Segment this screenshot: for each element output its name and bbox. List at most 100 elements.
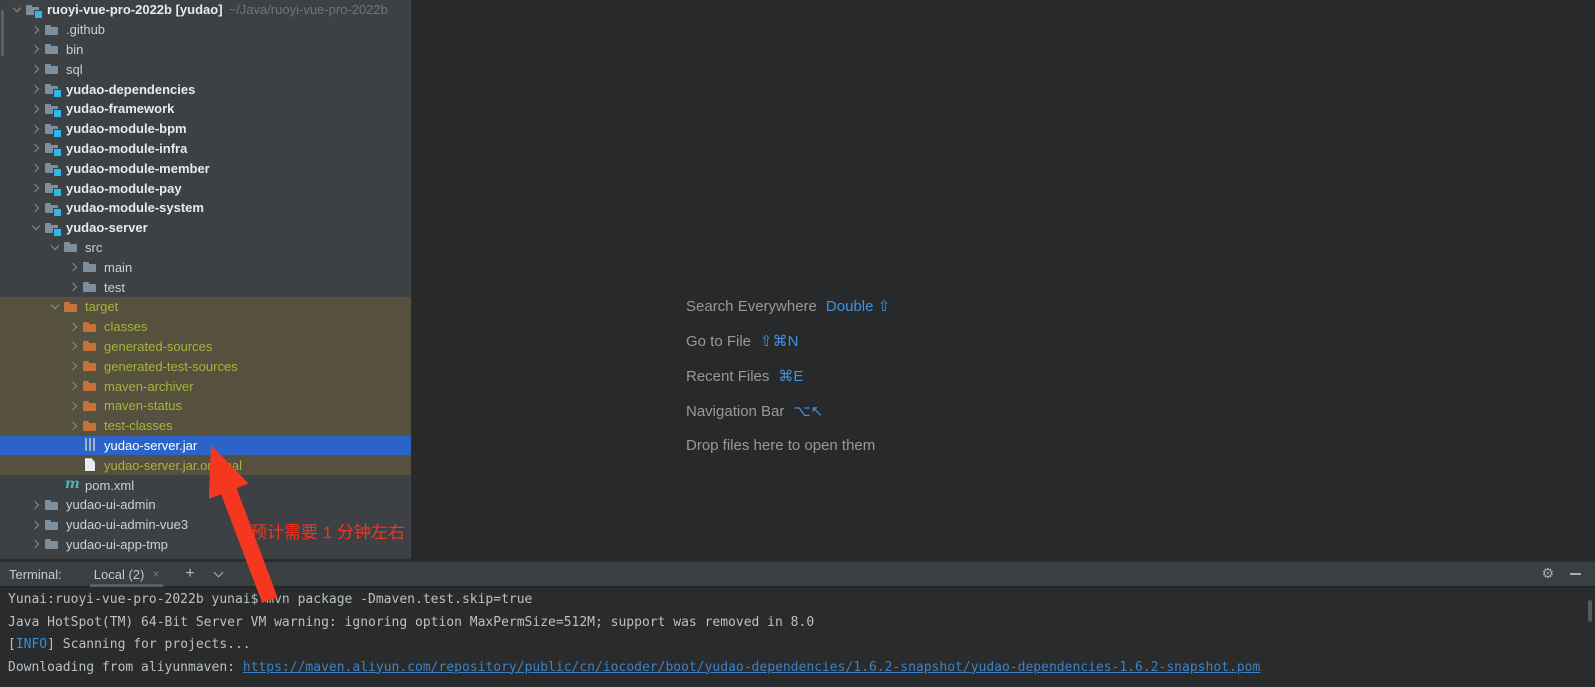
- chevron-down-icon[interactable]: [31, 222, 39, 230]
- chevron-right-icon[interactable]: [68, 382, 76, 390]
- terminal-tab-label: Local (2): [94, 567, 145, 582]
- chevron-slot: [27, 522, 44, 528]
- module-badge: [54, 90, 61, 97]
- new-terminal-tab-button[interactable]: +: [185, 565, 194, 583]
- tree-item-pom-xml[interactable]: pom.xml: [0, 475, 411, 495]
- chevron-right-icon[interactable]: [68, 362, 76, 370]
- ide-window: ruoyi-vue-pro-2022b [yudao]~/Java/ruoyi-…: [0, 0, 1595, 687]
- chevron-down-icon[interactable]: [12, 4, 20, 12]
- tree-item-yudao-server-jar-original[interactable]: yudao-server.jar.original: [0, 455, 411, 475]
- annotation-text: 预计需要 1 分钟左右: [250, 518, 405, 543]
- chevron-slot: [27, 185, 44, 191]
- tree-item-label: .github: [66, 22, 105, 37]
- terminal-link[interactable]: https://maven.aliyun.com/repository/publ…: [243, 660, 1260, 675]
- chevron-right-icon[interactable]: [68, 322, 76, 330]
- module-folder-icon: [44, 81, 60, 97]
- chevron-right-icon[interactable]: [30, 105, 38, 113]
- module-badge: [54, 110, 61, 117]
- hint-recent-files[interactable]: Recent Files⌘E: [686, 367, 890, 390]
- tree-item-yudao-server-jar[interactable]: yudao-server.jar: [0, 436, 411, 456]
- module-folder-icon: [44, 200, 60, 216]
- tree-item-generated-sources[interactable]: generated-sources: [0, 337, 411, 357]
- tree-item-maven-status[interactable]: maven-status: [0, 396, 411, 416]
- tree-item-test-classes[interactable]: test-classes: [0, 416, 411, 436]
- project-tree: ruoyi-vue-pro-2022b [yudao]~/Java/ruoyi-…: [0, 0, 411, 560]
- tab-close-icon[interactable]: ×: [152, 567, 159, 581]
- chevron-right-icon[interactable]: [30, 144, 38, 152]
- chevron-right-icon[interactable]: [30, 520, 38, 528]
- module-badge: [54, 169, 61, 176]
- chevron-right-icon[interactable]: [30, 164, 38, 172]
- folder-icon: [82, 259, 98, 275]
- tree-item-test[interactable]: test: [0, 277, 411, 297]
- tree-item-sql[interactable]: sql: [0, 59, 411, 79]
- tree-item-target[interactable]: target: [0, 297, 411, 317]
- tree-item-maven-archiver[interactable]: maven-archiver: [0, 376, 411, 396]
- hint-navigation-bar[interactable]: Navigation Bar⌥↖: [686, 402, 890, 425]
- chevron-right-icon[interactable]: [30, 540, 38, 548]
- tree-item-yudao-framework[interactable]: yudao-framework: [0, 99, 411, 119]
- tree-item-label: generated-sources: [104, 339, 212, 354]
- chevron-right-icon[interactable]: [30, 25, 38, 33]
- tree-item-yudao-ui-admin[interactable]: yudao-ui-admin: [0, 495, 411, 515]
- tree-item-yudao-module-bpm[interactable]: yudao-module-bpm: [0, 119, 411, 139]
- terminal-output[interactable]: Yunai:ruoyi-vue-pro-2022b yunai$ mvn pac…: [0, 588, 1595, 687]
- chevron-down-icon[interactable]: [50, 301, 58, 309]
- tree-item-generated-test-sources[interactable]: generated-test-sources: [0, 356, 411, 376]
- tree-item-yudao-module-member[interactable]: yudao-module-member: [0, 158, 411, 178]
- editor-empty-hints: Search EverywhereDouble ⇧ Go to File⇧⌘N Re…: [686, 297, 890, 472]
- chevron-right-icon[interactable]: [30, 85, 38, 93]
- hint-search-everywhere[interactable]: Search EverywhereDouble ⇧: [686, 297, 890, 320]
- chevron-right-icon[interactable]: [30, 184, 38, 192]
- chevron-right-icon[interactable]: [68, 402, 76, 410]
- module-folder-icon: [44, 121, 60, 137]
- tree-item-github[interactable]: .github: [0, 20, 411, 40]
- tree-item-label: target: [85, 299, 118, 314]
- chevron-slot: [65, 343, 82, 349]
- tree-item-yudao-module-infra[interactable]: yudao-module-infra: [0, 139, 411, 159]
- terminal-line: Downloading from aliyunmaven: https://ma…: [8, 657, 1595, 680]
- chevron-right-icon[interactable]: [30, 45, 38, 53]
- tree-item-path: ~/Java/ruoyi-vue-pro-2022b: [229, 2, 388, 17]
- hint-go-to-file[interactable]: Go to File⇧⌘N: [686, 332, 890, 355]
- terminal-tab-dropdown-button[interactable]: [215, 572, 222, 576]
- hint-shortcut: ⌥↖: [793, 403, 823, 420]
- chevron-right-icon[interactable]: [68, 283, 76, 291]
- chevron-right-icon[interactable]: [30, 501, 38, 509]
- terminal-minimize-button[interactable]: [1570, 573, 1581, 575]
- tree-item-yudao-module-pay[interactable]: yudao-module-pay: [0, 178, 411, 198]
- tree-item-classes[interactable]: classes: [0, 317, 411, 337]
- chevron-right-icon[interactable]: [30, 204, 38, 212]
- chevron-slot: [27, 205, 44, 211]
- tree-item-ruoyi-vue-pro-2022b-yudao[interactable]: ruoyi-vue-pro-2022b [yudao]~/Java/ruoyi-…: [0, 0, 411, 20]
- terminal-settings-gear-icon[interactable]: ⚙: [1541, 566, 1554, 582]
- terminal-scrollbar[interactable]: [1588, 600, 1592, 622]
- tree-item-label: classes: [104, 319, 147, 334]
- tree-item-label: maven-status: [104, 398, 182, 413]
- tree-item-partial[interactable]: [0, 554, 411, 560]
- tree-item-bin[interactable]: bin: [0, 40, 411, 60]
- tree-item-label: yudao-dependencies: [66, 82, 195, 97]
- chevron-right-icon[interactable]: [30, 124, 38, 132]
- excluded-folder-icon: [82, 418, 98, 434]
- chevron-right-icon[interactable]: [30, 65, 38, 73]
- chevron-down-icon[interactable]: [50, 242, 58, 250]
- maven-icon: [63, 477, 79, 493]
- terminal-tab-local[interactable]: Local (2) ×: [90, 561, 164, 587]
- tree-item-yudao-server[interactable]: yudao-server: [0, 218, 411, 238]
- chevron-slot: [27, 27, 44, 33]
- chevron-right-icon[interactable]: [68, 421, 76, 429]
- tree-item-yudao-dependencies[interactable]: yudao-dependencies: [0, 79, 411, 99]
- tree-item-main[interactable]: main: [0, 257, 411, 277]
- tree-scrollbar[interactable]: [1, 10, 4, 56]
- folder-icon: [63, 239, 79, 255]
- tree-item-label: yudao-module-infra: [66, 141, 187, 156]
- chevron-slot: [8, 8, 25, 11]
- chevron-slot: [27, 145, 44, 151]
- tree-item-src[interactable]: src: [0, 238, 411, 258]
- chevron-right-icon[interactable]: [68, 342, 76, 350]
- chevron-slot: [27, 126, 44, 132]
- tree-item-yudao-module-system[interactable]: yudao-module-system: [0, 198, 411, 218]
- terminal-text: [: [8, 637, 16, 652]
- chevron-right-icon[interactable]: [68, 263, 76, 271]
